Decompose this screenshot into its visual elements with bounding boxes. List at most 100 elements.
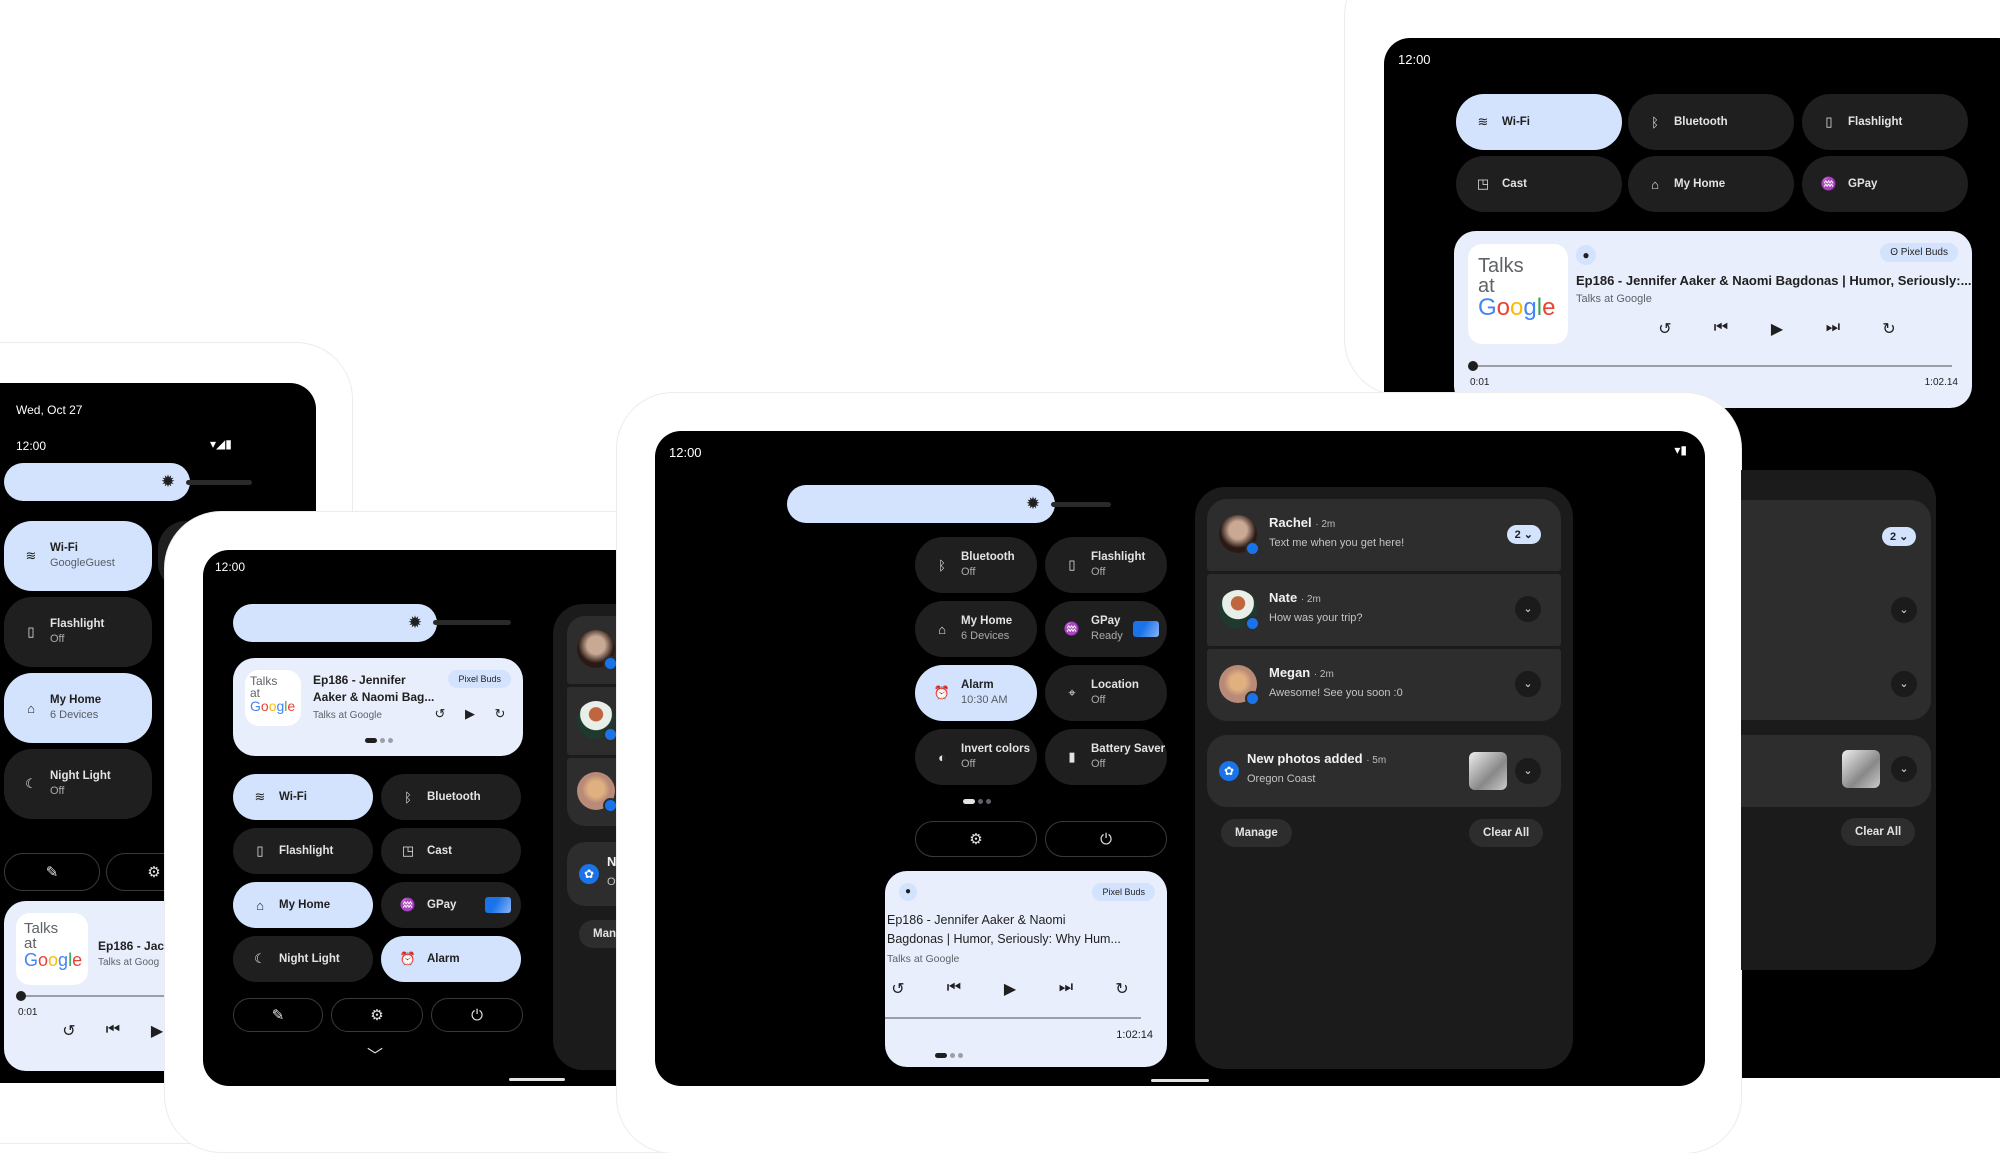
cast-icon: ◳ [1476,176,1490,191]
brightness-slider[interactable]: ✹ [4,463,190,501]
tile-flashlight[interactable]: ▯ Flashlight Off [4,597,152,667]
play-button[interactable]: ▶ [999,979,1021,999]
tile-gpay[interactable]: ♒ GPay [1802,156,1968,212]
card-icon [1133,621,1159,637]
tile-my-home[interactable]: ⌂ My Home 6 Devices [4,673,152,743]
pencil-icon: ✎ [271,1007,285,1024]
forward-15-icon[interactable]: ↻ [489,706,511,722]
output-chip[interactable]: Pixel Buds [1092,883,1155,901]
status-icons: ▾◢▮ [210,437,232,451]
alarm-icon: ⏰ [933,685,951,700]
tile-my-home[interactable]: ⌂ My Home 6 Devices [915,601,1037,657]
tile-alarm[interactable]: ⏰ Alarm 10:30 AM [915,665,1037,721]
group-count-badge[interactable]: 2 ⌄ [1882,527,1917,546]
home-icon: ⌂ [27,700,35,716]
settings-button[interactable]: ⚙ [331,998,423,1032]
tile-flashlight[interactable]: ▯ Flashlight [233,828,373,874]
group-count-badge[interactable]: 2 ⌄ [1506,525,1541,544]
tile-my-home[interactable]: ⌂ My Home [233,882,373,928]
seek-bar[interactable] [885,1017,1141,1019]
expand-chevron-icon[interactable]: ⌄ [1891,671,1917,697]
play-button[interactable]: ▶ [1766,319,1788,339]
output-chip[interactable]: ʘ Pixel Buds [1880,243,1958,262]
gesture-bar[interactable] [509,1078,565,1081]
media-title: Ep186 - Jennifer Aaker & Naomi Bagdonas … [1576,273,1972,288]
tile-wifi[interactable]: ≋ Wi-Fi [233,774,373,820]
next-button[interactable]: ⏭ [1055,979,1077,997]
clear-all-button[interactable]: Clear All [1841,818,1916,846]
tile-night-light[interactable]: ☾ Night Light Off [4,749,152,819]
power-button[interactable]: ⏻ [1045,821,1167,857]
tile-bluetooth[interactable]: ᛒ Bluetooth Off [915,537,1037,593]
forward-15-icon[interactable]: ↻ [1878,319,1900,339]
next-button[interactable]: ⏭ [1822,319,1844,337]
seek-handle[interactable] [16,991,26,1001]
messages-icon [603,798,618,813]
tile-gpay[interactable]: ♒ GPay Ready [1045,601,1167,657]
expand-chevron-icon[interactable]: ⌄ [1891,756,1917,782]
seek-handle[interactable] [1468,361,1478,371]
replay-15-icon[interactable]: ↺ [58,1021,80,1041]
previous-button[interactable]: ⏮ [1710,319,1732,337]
power-icon: ⏻ [1100,830,1112,848]
album-art: Talks at Google [245,670,301,726]
tile-location[interactable]: ⌖ Location Off [1045,665,1167,721]
tile-invert-colors[interactable]: ◐ Invert colors Off [915,729,1037,785]
notification-megan[interactable]: Megan · 2m Awesome! See you soon :0 ⌄ [1207,649,1561,721]
replay-15-icon[interactable]: ↺ [1654,319,1676,339]
media-player[interactable]: ● Pixel Buds Ep186 - Jennifer Aaker & Na… [885,871,1167,1067]
edit-button[interactable]: ✎ [4,853,100,891]
alarm-icon: ⏰ [399,951,417,966]
replay-15-icon[interactable]: ↺ [429,706,451,722]
clear-all-button[interactable]: Clear All [1469,819,1544,847]
brightness-slider[interactable]: ✹ [787,485,1055,523]
previous-button[interactable]: ⏮ [102,1021,124,1039]
tile-gpay[interactable]: ♒ GPay [381,882,521,928]
tile-cast[interactable]: ◳ Cast [1456,156,1622,212]
tile-night-light[interactable]: ☾ Night Light [233,936,373,982]
gear-icon: ⚙ [969,831,983,848]
expand-chevron-icon[interactable]: ⌄ [1515,671,1541,697]
play-button[interactable]: ▶ [459,706,481,722]
tile-cast[interactable]: ◳ Cast [381,828,521,874]
forward-15-icon[interactable]: ↻ [1111,979,1133,999]
settings-button[interactable]: ⚙ [915,821,1037,857]
status-icons: ▾▮ [1674,443,1687,457]
tile-flashlight[interactable]: ▯ Flashlight [1802,94,1968,150]
media-player[interactable]: Talks at Google Ep186 - Jennifer Aaker & N… [233,658,523,756]
manage-button[interactable]: Manage [1221,819,1292,847]
wifi-icon: ≋ [254,789,266,804]
tile-flashlight[interactable]: ▯ Flashlight Off [1045,537,1167,593]
tile-bluetooth[interactable]: ᛒ Bluetooth [381,774,521,820]
expand-chevron-icon[interactable]: ⌄ [1515,596,1541,622]
collapse-chevron-icon[interactable]: ﹀ [367,1042,383,1066]
tile-bluetooth[interactable]: ᛒ Bluetooth [1628,94,1794,150]
tile-battery-saver[interactable]: ▮ Battery Saver Off [1045,729,1167,785]
expand-chevron-icon[interactable]: ⌄ [1515,758,1541,784]
previous-button[interactable]: ⏮ [943,979,965,997]
media-player[interactable]: Talks at Google ● ʘ Pixel Buds Ep186 - Je… [1454,231,1972,408]
output-chip[interactable]: Pixel Buds [448,670,511,688]
seek-bar[interactable] [1472,365,1952,367]
tile-alarm[interactable]: ⏰ Alarm [381,936,521,982]
tile-wifi[interactable]: ≋ Wi-Fi GoogleGuest [4,521,152,591]
notification-nate[interactable]: Nate · 2m How was your trip? ⌄ [1207,574,1561,646]
flashlight-icon: ▯ [1068,557,1076,572]
expand-chevron-icon[interactable]: ⌄ [1891,597,1917,623]
notification-photos[interactable]: ✿ New photos added · 5m Oregon Coast ⌄ [1207,735,1561,807]
notification-rachel[interactable]: Rachel · 2m Text me when you get here! 2… [1207,499,1561,571]
album-art: Talks at Google [1468,244,1568,344]
tile-my-home[interactable]: ⌂ My Home [1628,156,1794,212]
tile-wifi[interactable]: ≋ Wi-Fi [1456,94,1622,150]
media-title: Ep186 - Jennifer Aaker & Naomi Bag... [313,673,435,705]
status-date: Wed, Oct 27 [16,403,83,417]
power-button[interactable]: ⏻ [431,998,523,1032]
gpay-icon: ♒ [1820,176,1838,191]
moon-icon: ☾ [254,951,266,966]
brightness-track [1051,502,1111,507]
replay-15-icon[interactable]: ↺ [887,979,909,999]
page-indicator [963,799,991,804]
edit-button[interactable]: ✎ [233,998,323,1032]
brightness-slider[interactable]: ✹ [233,604,437,642]
gesture-bar[interactable] [1151,1079,1209,1082]
